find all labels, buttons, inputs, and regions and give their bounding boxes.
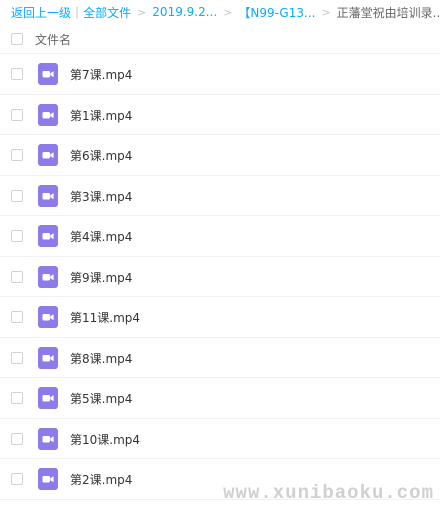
file-row[interactable]: 第3课.mp4 [0, 176, 440, 216]
video-file-icon [38, 346, 58, 369]
file-checkbox[interactable] [11, 392, 23, 404]
list-header: 文件名 [0, 24, 440, 54]
site-watermark: www.xunibaoku.com [223, 482, 434, 504]
all-files-link[interactable]: 全部文件 [83, 4, 131, 21]
file-checkbox[interactable] [11, 270, 23, 283]
file-name[interactable]: 第6课.mp4 [70, 147, 132, 164]
file-row[interactable]: 第8课.mp4 [0, 338, 440, 378]
back-link[interactable]: 返回上一级 [11, 4, 71, 21]
file-name[interactable]: 第1课.mp4 [70, 107, 132, 124]
file-name[interactable]: 第3课.mp4 [70, 188, 132, 205]
breadcrumb-folder-2[interactable]: 【N99-G13... [238, 4, 315, 21]
file-checkbox[interactable] [11, 473, 23, 485]
video-file-icon [38, 144, 58, 166]
file-checkbox[interactable] [11, 432, 23, 445]
file-name[interactable]: 第9课.mp4 [70, 269, 132, 286]
video-file-icon [38, 103, 58, 126]
file-name[interactable]: 第11课.mp4 [70, 309, 140, 326]
breadcrumb: 返回上一级 | 全部文件 > 2019.9.2... > 【N99-G13...… [0, 0, 440, 24]
filename-column-header[interactable]: 文件名 [35, 31, 71, 48]
file-name[interactable]: 第10课.mp4 [70, 431, 140, 448]
breadcrumb-current-folder: 正藩堂祝由培训录... [336, 5, 440, 20]
file-row[interactable]: 第11课.mp4 [0, 297, 440, 338]
file-row[interactable]: 第6课.mp4 [0, 135, 440, 176]
file-browser: 返回上一级 | 全部文件 > 2019.9.2... > 【N99-G13...… [0, 0, 440, 507]
video-file-icon [38, 225, 58, 247]
file-name[interactable]: 第4课.mp4 [70, 228, 132, 245]
file-row[interactable]: 第5课.mp4 [0, 378, 440, 419]
file-checkbox[interactable] [11, 189, 23, 202]
breadcrumb-arrow-icon: > [223, 5, 233, 19]
video-file-icon [38, 265, 58, 288]
file-checkbox[interactable] [11, 108, 23, 121]
video-file-icon [38, 184, 58, 207]
video-file-icon [38, 468, 58, 490]
file-name[interactable]: 第5课.mp4 [70, 390, 132, 407]
video-file-icon [38, 306, 58, 328]
file-name[interactable]: 第7课.mp4 [70, 66, 132, 83]
file-checkbox[interactable] [11, 311, 23, 323]
breadcrumb-arrow-icon: > [321, 5, 331, 19]
file-row[interactable]: 第1课.mp4 [0, 95, 440, 135]
video-file-icon [38, 387, 58, 409]
file-checkbox[interactable] [11, 230, 23, 242]
file-checkbox[interactable] [11, 68, 23, 80]
file-row[interactable]: 第9课.mp4 [0, 257, 440, 297]
breadcrumb-divider: | [75, 5, 80, 19]
file-row[interactable]: 第7课.mp4 [0, 54, 440, 95]
video-file-icon [38, 427, 58, 450]
file-checkbox[interactable] [11, 149, 23, 161]
file-row[interactable]: 第4课.mp4 [0, 216, 440, 257]
select-all-checkbox[interactable] [11, 33, 23, 45]
breadcrumb-arrow-icon: > [137, 5, 147, 19]
file-name[interactable]: 第2课.mp4 [70, 471, 132, 488]
file-name[interactable]: 第8课.mp4 [70, 350, 132, 367]
file-row[interactable]: 第10课.mp4 [0, 419, 440, 459]
file-list: 第7课.mp4 第1课.mp4 第6课.mp4 第3课.mp4 第4课.mp4 … [0, 54, 440, 500]
breadcrumb-folder-1[interactable]: 2019.9.2... [152, 5, 217, 19]
video-file-icon [38, 63, 58, 85]
file-checkbox[interactable] [11, 351, 23, 364]
